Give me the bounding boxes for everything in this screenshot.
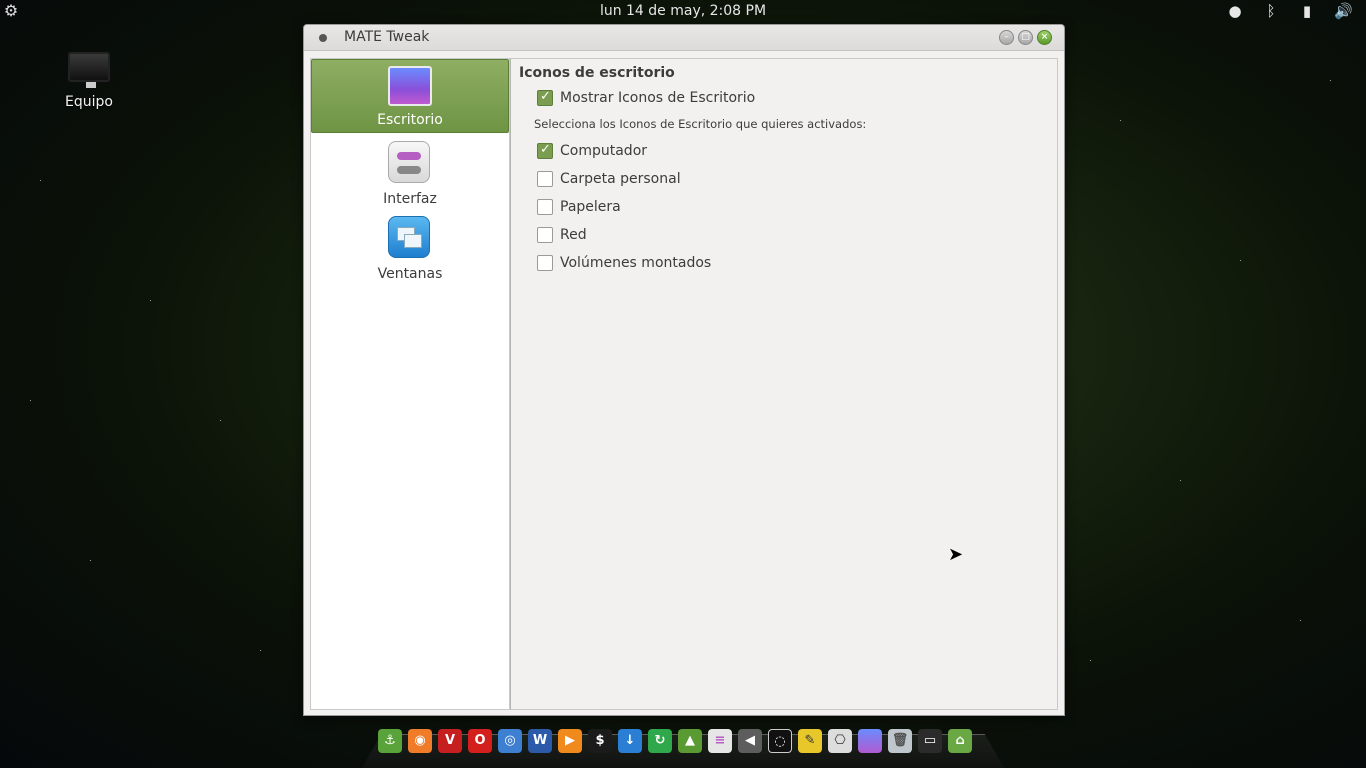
vivaldi-icon[interactable]: V [438, 729, 462, 753]
sidebar: Escritorio Interfaz Ventanas [310, 58, 510, 710]
sidebar-item-escritorio[interactable]: Escritorio [311, 59, 509, 133]
windows-icon [388, 216, 430, 258]
maximize-button[interactable]: □ [1018, 30, 1033, 45]
checkbox[interactable] [537, 227, 553, 243]
option-volumenes-montados[interactable]: Volúmenes montados [537, 253, 711, 273]
text-editor-icon[interactable]: ✎ [798, 729, 822, 753]
tweak-icon[interactable]: ≡ [708, 729, 732, 753]
option-computador[interactable]: Computador [537, 141, 647, 161]
checkbox-label: Red [560, 227, 587, 243]
bluetooth-icon[interactable]: ᛒ [1262, 2, 1280, 20]
location-icon[interactable]: ● [1226, 2, 1244, 20]
section-title: Iconos de escritorio [519, 65, 675, 81]
home-folder-icon[interactable]: ⌂ [948, 729, 972, 753]
checkbox[interactable] [537, 142, 553, 159]
network-icon[interactable]: ▮ [1298, 2, 1316, 20]
desktop-settings-icon[interactable] [858, 729, 882, 753]
checkbox[interactable] [537, 199, 553, 215]
checkbox-label: Papelera [560, 199, 621, 215]
window-menu-icon[interactable] [319, 34, 327, 42]
checkbox-label: Computador [560, 143, 648, 159]
sound-icon[interactable]: ◀ [738, 729, 762, 753]
hint-text: Selecciona los Iconos de Escritorio que … [534, 117, 867, 131]
checkbox[interactable] [537, 89, 553, 106]
anchor-icon[interactable]: ⚓ [378, 729, 402, 753]
content-panel: Iconos de escritorio Mostrar Iconos de E… [510, 58, 1058, 710]
window-title: MATE Tweak [344, 29, 430, 45]
sidebar-item-label: Interfaz [383, 191, 437, 207]
desktop-icon-equipo[interactable]: Equipo [58, 52, 120, 110]
software-icon[interactable]: ▲ [678, 729, 702, 753]
dock-icons: ⚓ ◉ V O ◎ W ▶ $ ↓ ↻ ▲ ≡ ◀ ◌ ✎ ⎔ 🗑 ▭ ⌂ [378, 729, 972, 753]
opera-icon[interactable]: O [468, 729, 492, 753]
minimize-button[interactable]: – [999, 30, 1014, 45]
volume-icon[interactable]: 🔊 [1334, 2, 1353, 20]
dock: ⚓ ◉ V O ◎ W ▶ $ ↓ ↻ ▲ ≡ ◀ ◌ ✎ ⎔ 🗑 ▭ ⌂ [362, 724, 1004, 768]
word-processor-icon[interactable]: W [528, 729, 552, 753]
desktop-wallpaper-icon [388, 66, 432, 106]
computer-icon[interactable]: ▭ [918, 729, 942, 753]
trash-icon[interactable]: 🗑 [888, 729, 912, 753]
obs-icon[interactable]: ◌ [768, 729, 792, 753]
mouse-cursor-icon: ➤ [948, 544, 964, 565]
desktop-icon-label: Equipo [65, 94, 113, 110]
option-papelera[interactable]: Papelera [537, 197, 621, 217]
terminal-icon[interactable]: $ [588, 729, 612, 753]
media-player-icon[interactable]: ▶ [558, 729, 582, 753]
close-button[interactable]: × [1037, 30, 1052, 45]
clock[interactable]: lun 14 de may, 2:08 PM [0, 3, 1366, 19]
option-carpeta-personal[interactable]: Carpeta personal [537, 169, 681, 189]
titlebar[interactable]: MATE Tweak – □ × [304, 25, 1064, 51]
download-icon[interactable]: ↓ [618, 729, 642, 753]
sidebar-item-label: Ventanas [377, 266, 443, 282]
checkbox-label: Volúmenes montados [560, 255, 712, 271]
computer-icon [68, 52, 110, 88]
checkbox-label: Mostrar Iconos de Escritorio [560, 90, 756, 106]
checkbox[interactable] [537, 255, 553, 271]
screenshot-icon[interactable]: ⎔ [828, 729, 852, 753]
top-panel: ⚙ lun 14 de may, 2:08 PM ● ᛒ ▮ 🔊 [0, 0, 1366, 24]
window-controls: – □ × [999, 30, 1052, 45]
sidebar-item-interfaz[interactable]: Interfaz [311, 137, 509, 211]
system-tray: ● ᛒ ▮ 🔊 [1226, 2, 1352, 20]
option-red[interactable]: Red [537, 225, 587, 245]
show-desktop-icons-checkbox[interactable]: Mostrar Iconos de Escritorio [537, 88, 755, 108]
checkbox-label: Carpeta personal [560, 171, 681, 187]
sync-icon[interactable]: ↻ [648, 729, 672, 753]
toggle-switches-icon [388, 141, 430, 183]
checkbox[interactable] [537, 171, 553, 187]
sidebar-item-ventanas[interactable]: Ventanas [311, 212, 509, 286]
mate-tweak-window: MATE Tweak – □ × Escritorio Interfaz Ven… [303, 24, 1065, 716]
browser-icon[interactable]: ◎ [498, 729, 522, 753]
sidebar-item-label: Escritorio [377, 112, 443, 128]
app-store-icon[interactable]: ◉ [408, 729, 432, 753]
